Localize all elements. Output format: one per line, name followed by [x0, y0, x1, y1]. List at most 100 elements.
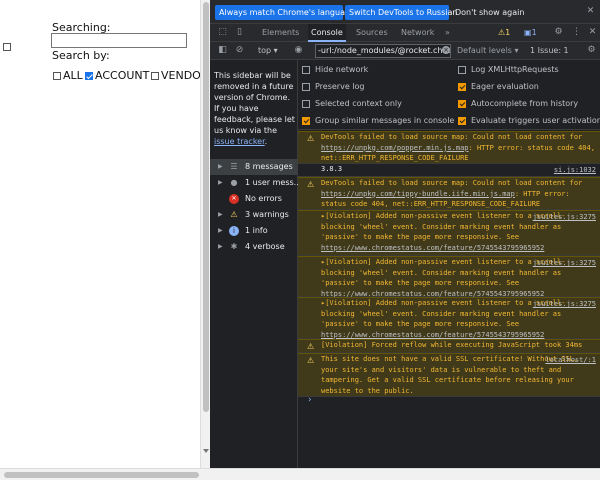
page-horizontal-scrollbar[interactable]	[0, 468, 600, 480]
filter-all[interactable]: ALL	[53, 69, 83, 82]
message-link[interactable]: https://unpkg.com/popper.min.js.map	[321, 144, 469, 152]
tab-console[interactable]: Console	[308, 24, 346, 42]
log-levels-select[interactable]: Default levels ▾	[457, 45, 519, 57]
context-select[interactable]: top ▾	[258, 45, 278, 57]
preserve-log-checkbox[interactable]	[302, 83, 310, 91]
autocomplete-setting[interactable]: Autocomplete from history	[458, 99, 578, 109]
message-link[interactable]: https://www.chromestatus.com/feature/574…	[321, 331, 544, 339]
expand-caret-icon[interactable]: ▶	[218, 239, 223, 255]
console-prompt[interactable]: ›	[298, 395, 600, 407]
more-tabs-button[interactable]: »	[442, 24, 453, 42]
clear-filter-icon[interactable]: ×	[442, 46, 450, 54]
hide-network-setting[interactable]: Hide network	[302, 65, 368, 75]
sidebar-item-verbose[interactable]: ▶ ✱ 4 verbose	[210, 239, 298, 255]
sidebar-toggle-icon[interactable]: ◧	[217, 45, 228, 56]
preserve-log-label: Preserve log	[315, 82, 365, 91]
inspect-element-icon[interactable]: ⬚	[217, 27, 228, 38]
console-message[interactable]: ⚠ [Violation] Forced reflow while execut…	[298, 339, 600, 353]
message-link[interactable]: https://unpkg.com/tippy-bundle.iife.min.…	[321, 190, 515, 198]
eval-triggers-setting[interactable]: Evaluate triggers user activation	[458, 116, 600, 126]
selected-context-checkbox[interactable]	[302, 100, 310, 108]
message-link[interactable]: https://www.chromestatus.com/feature/574…	[321, 244, 544, 252]
filter-vendor[interactable]: VENDO	[151, 69, 201, 82]
device-toolbar-icon[interactable]: ▯	[234, 27, 245, 38]
console-message[interactable]: ▸[Violation] Added non-passive event lis…	[298, 210, 600, 256]
filter-account-label: ACCOUNT	[95, 69, 150, 82]
filter-account[interactable]: ACCOUNT	[85, 69, 149, 82]
switch-language-button[interactable]: Switch DevTools to Russian	[345, 5, 457, 20]
log-xhr-checkbox[interactable]	[458, 66, 466, 74]
tab-sources[interactable]: Sources	[353, 24, 391, 42]
sidebar-note-text: This sidebar will be removed in a future…	[214, 71, 295, 135]
group-similar-checkbox[interactable]	[302, 117, 310, 125]
console-message[interactable]: ⚠ This site does not have a valid SSL ce…	[298, 353, 600, 397]
expand-caret-icon[interactable]: ▶	[218, 223, 223, 239]
clear-console-icon[interactable]: ⊘	[234, 45, 245, 56]
warnings-badge[interactable]: ⚠1	[498, 27, 510, 39]
eager-eval-setting[interactable]: Eager evaluation	[458, 82, 539, 92]
info-icon: i	[229, 226, 239, 236]
tab-elements[interactable]: Elements	[259, 24, 302, 42]
page-scroll-thumb[interactable]	[203, 2, 209, 412]
issue-tracker-link[interactable]: issue tracker	[214, 137, 265, 146]
hide-network-checkbox[interactable]	[302, 66, 310, 74]
issues-badge[interactable]: ▣1	[524, 27, 537, 39]
expand-caret-icon[interactable]: ▶	[218, 207, 223, 223]
console-filter-input[interactable]: -url:/node_modules/@rocket.chat/	[315, 44, 451, 58]
filter-vendor-checkbox[interactable]	[151, 71, 159, 80]
search-input[interactable]	[51, 33, 187, 48]
more-options-icon[interactable]: ⋮	[571, 27, 582, 38]
issues-badge-count: 1	[531, 28, 537, 37]
sidebar-item-label: 3 warnings	[245, 210, 289, 219]
web-page: Searching: Search by: ALL ACCOUNT VENDO	[0, 0, 201, 468]
close-icon[interactable]: ✕	[585, 6, 596, 17]
message-source-link[interactable]: jsuites.js:3275	[533, 212, 596, 223]
selected-context-setting[interactable]: Selected context only	[302, 99, 402, 109]
tab-network[interactable]: Network	[398, 24, 437, 42]
warning-icon: ⚠	[307, 356, 315, 365]
expand-caret-icon[interactable]: ▶	[218, 159, 223, 175]
message-source-link[interactable]: si.js:1032	[554, 165, 596, 176]
dont-show-again-button[interactable]: Don't show again	[451, 5, 528, 20]
page-hscroll-thumb[interactable]	[4, 472, 199, 478]
settings-gear-icon[interactable]: ⚙	[553, 27, 564, 38]
preserve-log-setting[interactable]: Preserve log	[302, 82, 365, 92]
sidebar-item-errors[interactable]: ✕ No errors	[210, 191, 298, 207]
log-xhr-setting[interactable]: Log XMLHttpRequests	[458, 65, 559, 75]
sidebar-item-label: 1 info	[245, 226, 268, 235]
message-text: DevTools failed to load source map: Coul…	[321, 179, 583, 187]
console-message[interactable]: 3.8.3 si.js:1032	[298, 164, 600, 177]
console-message[interactable]: ⚠ DevTools failed to load source map: Co…	[298, 177, 600, 210]
scroll-down-arrow-icon[interactable]	[203, 449, 209, 453]
live-expression-eye-icon[interactable]: ◉	[293, 45, 304, 56]
issues-count[interactable]: 1 Issue: 1	[530, 45, 569, 57]
error-icon: ✕	[229, 194, 239, 204]
console-settings-gear-icon[interactable]: ⚙	[586, 45, 597, 56]
sidebar-item-label: 8 messages	[245, 162, 293, 171]
match-language-button[interactable]: Always match Chrome's language	[215, 5, 355, 20]
filter-all-checkbox[interactable]	[53, 71, 61, 80]
eval-triggers-checkbox[interactable]	[458, 117, 466, 125]
expand-caret-icon[interactable]: ▶	[218, 175, 223, 191]
message-source-link[interactable]: jsuites.js:3275	[533, 299, 596, 310]
partial-checkbox[interactable]	[3, 43, 11, 51]
warning-icon: ⚠	[230, 210, 238, 219]
close-devtools-icon[interactable]: ✕	[587, 27, 598, 38]
group-similar-setting[interactable]: Group similar messages in console	[302, 116, 454, 126]
console-message[interactable]: ▸[Violation] Added non-passive event lis…	[298, 256, 600, 298]
sidebar-item-info[interactable]: ▶ i 1 info	[210, 223, 298, 239]
message-text: [Violation] Forced reflow while executin…	[321, 341, 583, 349]
autocomplete-checkbox[interactable]	[458, 100, 466, 108]
warnings-count: 1	[505, 28, 511, 37]
eager-eval-checkbox[interactable]	[458, 83, 466, 91]
console-message[interactable]: ⚠ DevTools failed to load source map: Co…	[298, 131, 600, 164]
sidebar-item-messages[interactable]: ▶ ☰ 8 messages	[210, 159, 298, 175]
console-message[interactable]: ▸[Violation] Added non-passive event lis…	[298, 297, 600, 339]
screen: Searching: Search by: ALL ACCOUNT VENDO …	[0, 0, 600, 480]
message-source-link[interactable]: localhost/:1	[545, 355, 596, 366]
page-vertical-scrollbar[interactable]	[200, 0, 210, 468]
message-source-link[interactable]: jsuites.js:3275	[533, 258, 596, 269]
sidebar-item-user-messages[interactable]: ▶ ● 1 user mess...	[210, 175, 301, 191]
sidebar-item-warnings[interactable]: ▶ ⚠ 3 warnings	[210, 207, 298, 223]
filter-account-checkbox[interactable]	[85, 71, 93, 80]
